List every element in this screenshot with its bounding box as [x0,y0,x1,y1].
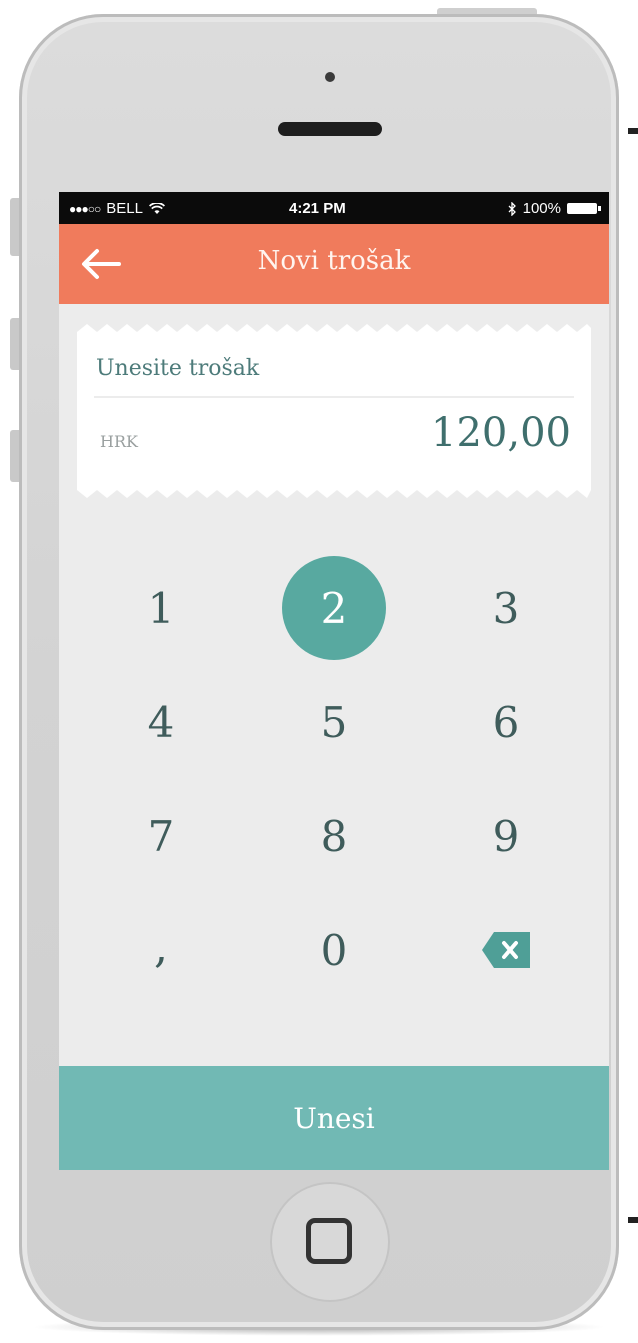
signal-strength-icon: ●●●○○ [69,201,101,216]
key-8[interactable]: 8 [282,784,386,888]
key-6[interactable]: 6 [454,670,558,774]
key-0[interactable]: 0 [282,898,386,1002]
expense-receipt-card: Unesite trošak HRK 120,00 [77,322,591,500]
submit-button[interactable]: Unesi [59,1066,609,1170]
key-1[interactable]: 1 [109,556,213,660]
page-title: Novi trošak [257,246,411,276]
device-stage: ●●●○○ BELL 4:21 PM 100% Novi trošak Unes… [0,0,638,1343]
carrier-name: BELL [106,200,143,217]
battery-icon [567,203,601,214]
key-4[interactable]: 4 [109,670,213,774]
earpiece-speaker [278,122,382,136]
key-7[interactable]: 7 [109,784,213,888]
app-screen: ●●●○○ BELL 4:21 PM 100% Novi trošak Unes… [59,192,609,1170]
expense-prompt-label: Unesite trošak [96,356,260,381]
front-camera [325,72,335,82]
status-right: 100% [508,200,601,217]
status-time: 4:21 PM [289,200,346,217]
antenna-line [628,128,638,134]
status-bar: ●●●○○ BELL 4:21 PM 100% [59,192,609,224]
key-3[interactable]: 3 [454,556,558,660]
wifi-icon [148,202,165,214]
antenna-line [628,1217,638,1223]
status-left: ●●●○○ BELL [69,200,165,217]
amount-field[interactable]: 120,00 [431,410,571,456]
currency-label: HRK [100,432,138,451]
home-button-icon [306,1218,352,1264]
app-header: Novi trošak [59,224,609,304]
key-2[interactable]: 2 [282,556,386,660]
bluetooth-icon [508,201,516,216]
battery-percent: 100% [522,200,561,217]
backspace-button[interactable] [454,898,558,1002]
key-decimal-comma[interactable]: , [109,898,213,1002]
home-button[interactable] [270,1182,390,1302]
key-5[interactable]: 5 [282,670,386,774]
receipt-divider [94,396,574,398]
backspace-icon [482,932,530,968]
key-9[interactable]: 9 [454,784,558,888]
